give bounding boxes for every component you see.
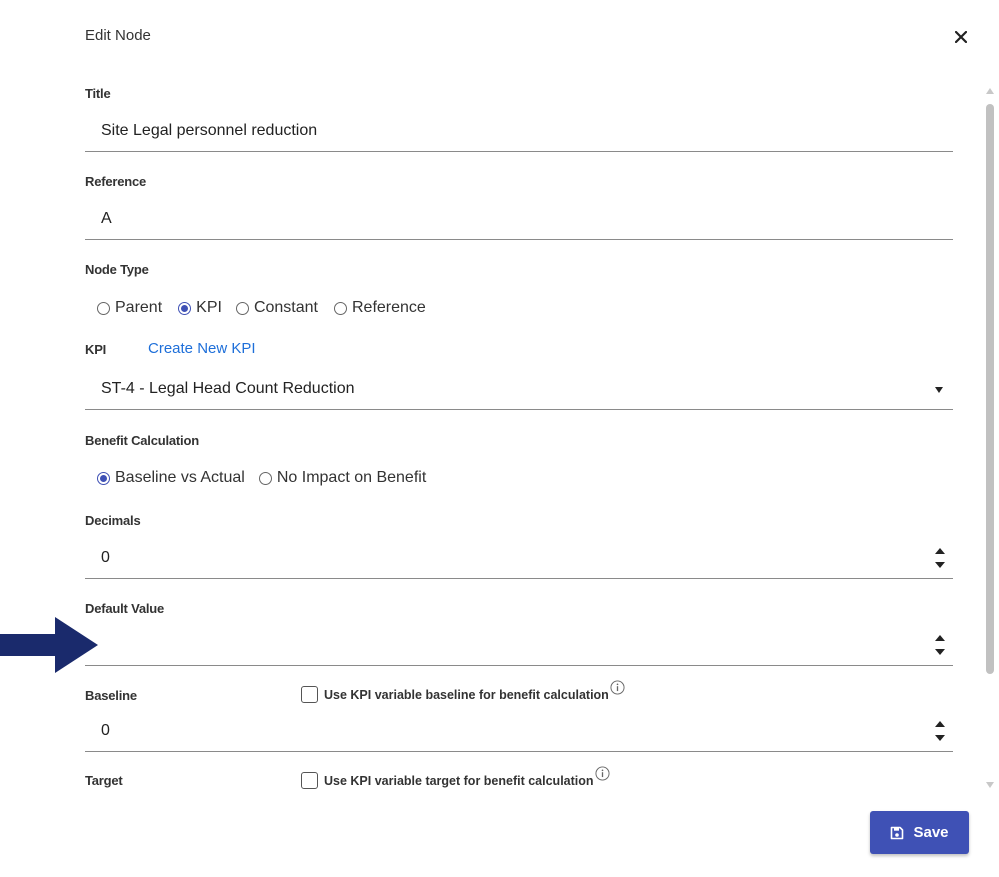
reference-input[interactable]: A (85, 201, 953, 240)
radio-baseline-vs-actual-label: Baseline vs Actual (115, 469, 245, 486)
stepper-up-icon[interactable] (935, 635, 945, 641)
stepper-up-icon[interactable] (935, 548, 945, 554)
radio-no-impact-circle[interactable] (258, 471, 272, 485)
baseline-kpi-checkbox-label: Use KPI variable baseline for benefit ca… (324, 687, 609, 702)
radio-baseline-vs-actual[interactable]: Baseline vs Actual (97, 469, 245, 487)
title-label: Title (85, 86, 111, 101)
baseline-kpi-checkbox[interactable] (301, 686, 318, 703)
vertical-scrollbar[interactable] (982, 82, 998, 794)
radio-constant[interactable]: Constant (235, 299, 318, 317)
kpi-label: KPI (85, 342, 107, 357)
target-kpi-checkbox[interactable] (301, 772, 318, 789)
radio-kpi-label: KPI (196, 299, 222, 316)
info-icon[interactable] (595, 766, 610, 781)
save-button-label: Save (913, 824, 949, 841)
info-icon[interactable] (610, 680, 625, 695)
benefit-calculation-label: Benefit Calculation (85, 433, 199, 448)
save-button[interactable]: Save (870, 811, 969, 854)
radio-parent-circle[interactable] (97, 301, 110, 315)
default-value-stepper[interactable] (933, 632, 947, 662)
radio-parent[interactable]: Parent (97, 299, 162, 317)
title-value: Site Legal personnel reduction (101, 122, 318, 139)
title-input[interactable]: Site Legal personnel reduction (85, 113, 953, 152)
target-kpi-checkbox-row: Use KPI variable target for benefit calc… (301, 766, 610, 789)
default-value-label: Default Value (85, 601, 165, 616)
scroll-up-icon[interactable] (986, 88, 994, 94)
baseline-stepper[interactable] (933, 718, 947, 748)
node-type-label: Node Type (85, 262, 149, 277)
annotation-arrow-icon (0, 617, 98, 673)
stepper-down-icon[interactable] (935, 649, 945, 655)
dropdown-arrow-icon[interactable] (935, 387, 943, 393)
radio-no-impact-label: No Impact on Benefit (276, 469, 427, 486)
decimals-label: Decimals (85, 513, 141, 528)
kpi-select[interactable]: ST-4 - Legal Head Count Reduction (85, 371, 953, 410)
decimals-stepper[interactable] (933, 545, 947, 575)
target-label: Target (85, 773, 123, 788)
kpi-select-value: ST-4 - Legal Head Count Reduction (101, 380, 355, 397)
stepper-up-icon[interactable] (935, 721, 945, 727)
radio-kpi-circle[interactable] (178, 301, 192, 315)
radio-reference[interactable]: Reference (333, 299, 426, 317)
target-kpi-checkbox-label: Use KPI variable target for benefit calc… (324, 773, 594, 788)
decimals-value: 0 (101, 549, 110, 566)
stepper-down-icon[interactable] (935, 562, 945, 568)
radio-constant-label: Constant (253, 299, 318, 316)
close-button[interactable] (950, 26, 972, 48)
node-type-radio-group: Parent KPI Constant Reference (97, 299, 442, 317)
form-content: Title Site Legal personnel reduction Ref… (85, 80, 955, 795)
radio-kpi[interactable]: KPI (178, 299, 222, 317)
radio-no-impact[interactable]: No Impact on Benefit (258, 469, 427, 487)
benefit-calculation-radio-group: Baseline vs Actual No Impact on Benefit (97, 469, 442, 487)
baseline-label: Baseline (85, 688, 137, 703)
scrollbar-thumb[interactable] (986, 104, 994, 674)
radio-baseline-vs-actual-circle[interactable] (97, 471, 110, 485)
floppy-disk-icon (891, 826, 904, 839)
stepper-down-icon[interactable] (935, 735, 945, 741)
default-value-input[interactable] (85, 627, 953, 666)
radio-parent-label: Parent (115, 299, 163, 316)
radio-reference-label: Reference (351, 299, 426, 316)
reference-value: A (101, 210, 112, 227)
radio-reference-circle[interactable] (333, 301, 347, 315)
decimals-input[interactable]: 0 (85, 540, 953, 579)
create-new-kpi-link[interactable]: Create New KPI (148, 340, 256, 357)
close-icon[interactable] (955, 31, 967, 43)
baseline-kpi-checkbox-row: Use KPI variable baseline for benefit ca… (301, 680, 625, 703)
radio-constant-circle[interactable] (235, 301, 249, 315)
scroll-down-icon[interactable] (986, 782, 994, 788)
reference-label: Reference (85, 174, 147, 189)
baseline-value: 0 (101, 722, 110, 739)
baseline-input[interactable]: 0 (85, 713, 953, 752)
dialog-title: Edit Node (85, 27, 151, 44)
